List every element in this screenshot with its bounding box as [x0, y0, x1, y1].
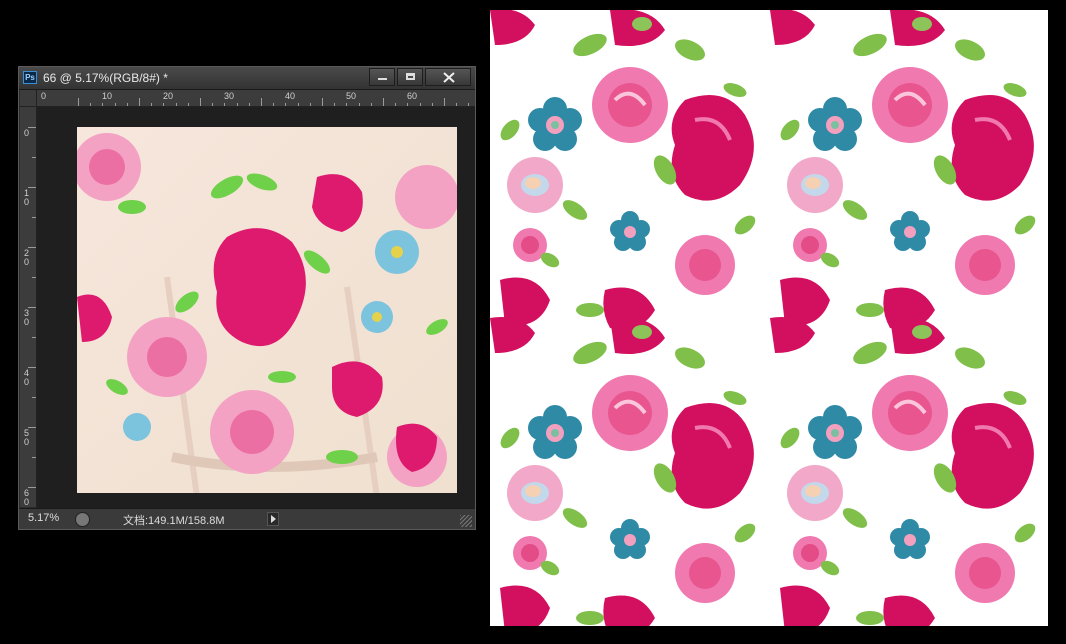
ruler-v-label: 60	[24, 488, 30, 507]
status-bar: 5.17% 文档:149.1M/158.8M	[19, 508, 475, 529]
ruler-h-label: 40	[285, 91, 296, 101]
window-titlebar[interactable]: Ps 66 @ 5.17%(RGB/8#) *	[19, 67, 475, 90]
zoom-level[interactable]: 5.17%	[28, 512, 59, 524]
ruler-v-label: 0	[24, 128, 30, 138]
ruler-h-label: 60	[407, 91, 418, 101]
vertical-ruler[interactable]: 0 10 20 30 40 50 60	[20, 107, 37, 507]
photoshop-document-window: Ps 66 @ 5.17%(RGB/8#) * 0 10 20 30 40 50…	[18, 66, 476, 530]
floral-pattern-image	[490, 10, 1041, 626]
close-icon	[443, 72, 455, 83]
ruler-h-label: 0	[41, 91, 47, 101]
ruler-v-label: 30	[24, 308, 30, 327]
photoshop-app-icon: Ps	[23, 71, 37, 84]
ruler-origin[interactable]	[20, 90, 37, 107]
minimize-button[interactable]	[369, 68, 395, 86]
document-title: 66 @ 5.17%(RGB/8#) *	[43, 71, 168, 85]
play-arrow-icon	[271, 515, 276, 523]
horizontal-ruler[interactable]: 0 10 20 30 40 50 60	[37, 90, 475, 107]
document-size-info: 文档:149.1M/158.8M	[123, 515, 225, 527]
ruler-v-label: 40	[24, 368, 30, 387]
ruler-h-label: 20	[163, 91, 174, 101]
ruler-v-label: 10	[24, 188, 30, 207]
maximize-button[interactable]	[397, 68, 423, 86]
floral-pattern-preview	[490, 10, 1048, 626]
ruler-v-label: 20	[24, 248, 30, 267]
close-button[interactable]	[425, 68, 471, 86]
status-options-button[interactable]	[267, 512, 279, 526]
dress-photo-canvas[interactable]	[77, 127, 457, 493]
ruler-h-label: 10	[102, 91, 113, 101]
maximize-icon	[406, 73, 415, 80]
ruler-h-label: 50	[346, 91, 357, 101]
ruler-v-label: 50	[24, 428, 30, 447]
document-canvas-area[interactable]	[37, 107, 475, 509]
minimize-icon	[378, 78, 387, 80]
resize-grip-icon[interactable]	[460, 515, 472, 527]
status-menu-icon[interactable]	[75, 512, 90, 527]
floral-dress-image	[77, 127, 457, 493]
ruler-h-label: 30	[224, 91, 235, 101]
